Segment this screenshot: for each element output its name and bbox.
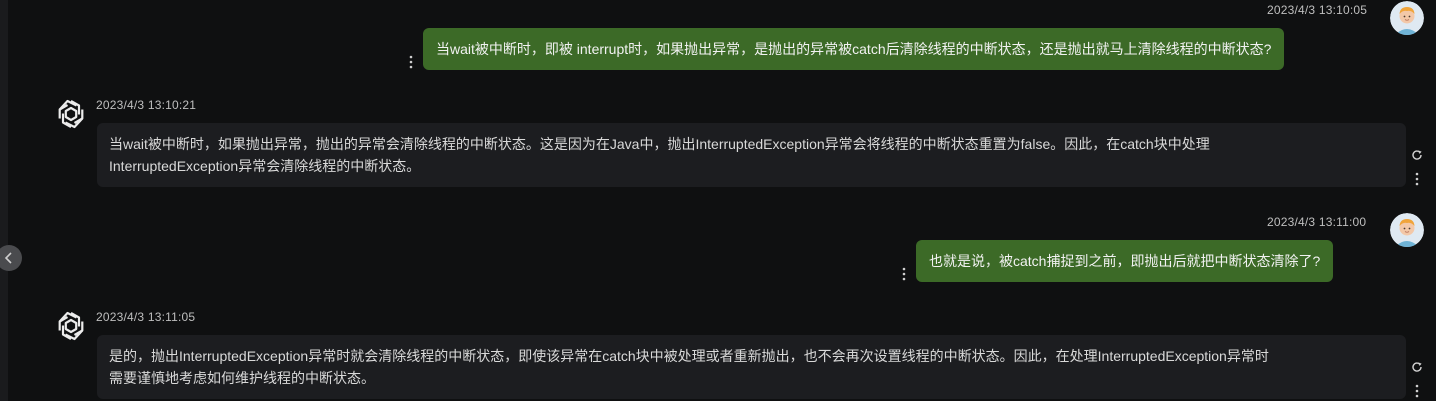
more-vertical-icon [409,55,413,69]
assistant-message-bubble: 当wait被中断时，如果抛出异常，抛出的异常会清除线程的中断状态。这是因为在Ja… [97,123,1406,187]
message-line: 需要谨慎地考虑如何维护线程的中断状态。 [109,370,375,386]
message-timestamp: 2023/4/3 13:10:05 [1267,3,1368,17]
message-more-button[interactable] [1410,171,1424,187]
assistant-avatar [54,97,88,131]
more-vertical-icon [902,267,906,281]
user-avatar-icon [1390,1,1424,35]
assistant-message-bubble: 是的，抛出InterruptedException异常时就会清除线程的中断状态，… [97,335,1406,399]
openai-logo-icon [58,99,84,129]
more-vertical-icon [1415,384,1419,398]
message-more-button[interactable] [897,266,911,282]
regenerate-button[interactable] [1410,147,1424,163]
message-timestamp: 2023/4/3 13:10:21 [96,98,197,112]
more-vertical-icon [1415,172,1419,186]
chat-view: 2023/4/3 13:10:05 当wait被中断时，即被 interrupt… [0,0,1436,401]
message-line: 是的，抛出InterruptedException异常时就会清除线程的中断状态，… [109,348,1269,364]
user-message-bubble: 也就是说，被catch捕捉到之前，即抛出后就把中断状态清除了? [916,240,1334,282]
openai-logo-icon [58,311,84,341]
sidebar-rail [0,0,8,401]
message-more-button[interactable] [1410,383,1424,399]
chevron-left-icon [4,252,12,264]
message-more-button[interactable] [404,54,418,70]
message-line: InterruptedException异常会清除线程的中断状态。 [109,158,421,174]
assistant-avatar [54,309,88,343]
user-avatar-icon [1390,213,1424,247]
message-timestamp: 2023/4/3 13:11:05 [96,310,196,324]
user-message-bubble: 当wait被中断时，即被 interrupt时，如果抛出异常，是抛出的异常被ca… [423,28,1285,70]
refresh-icon [1412,150,1422,160]
refresh-icon [1412,362,1422,372]
user-avatar [1390,1,1424,35]
message-line: 当wait被中断时，如果抛出异常，抛出的异常会清除线程的中断状态。这是因为在Ja… [109,136,1210,152]
user-avatar [1390,213,1424,247]
message-timestamp: 2023/4/3 13:11:00 [1267,215,1367,229]
regenerate-button[interactable] [1410,359,1424,375]
sidebar-collapse-button[interactable] [0,245,22,271]
